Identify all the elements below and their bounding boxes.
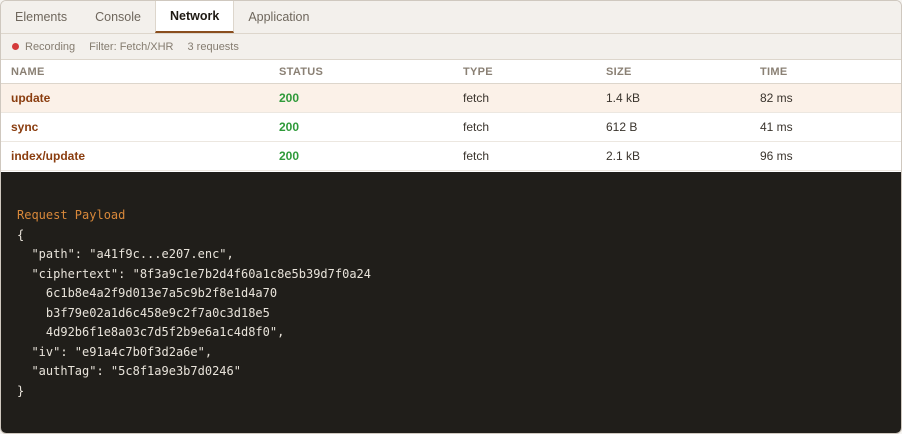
- request-name: index/update: [11, 149, 86, 163]
- tab-console[interactable]: Console: [81, 1, 155, 33]
- request-time: 96 ms: [760, 149, 793, 163]
- requests-table: NAME STATUS TYPE SIZE TIME update 200 fe…: [1, 60, 901, 171]
- recording-dot-icon[interactable]: [12, 43, 19, 50]
- payload-line: "iv": "e91a4c7b0f3d2a6e",: [17, 344, 213, 359]
- request-name: update: [11, 91, 51, 105]
- tab-network[interactable]: Network: [154, 1, 235, 33]
- tab-elements[interactable]: Elements: [1, 1, 81, 33]
- column-header-status[interactable]: STATUS: [269, 66, 453, 78]
- request-name: sync: [11, 120, 39, 134]
- payload-line: 6c1b8e4a2f9d013e7a5c9b2f8e1d4a70: [17, 286, 278, 300]
- column-header-type[interactable]: TYPE: [453, 66, 596, 78]
- request-size: 2.1 kB: [606, 149, 641, 163]
- request-time: 82 ms: [760, 91, 793, 105]
- table-header: NAME STATUS TYPE SIZE TIME: [1, 60, 901, 84]
- devtools-tab-bar: Elements Console Network Application: [1, 1, 901, 34]
- payload-line: {: [17, 227, 25, 242]
- request-size: 612 B: [606, 120, 638, 134]
- table-row[interactable]: sync 200 fetch 612 B 41 ms: [1, 113, 901, 142]
- request-count: 3 requests: [187, 40, 239, 53]
- request-status: 200: [279, 120, 300, 134]
- column-header-time[interactable]: TIME: [750, 66, 901, 78]
- request-time: 41 ms: [760, 120, 793, 134]
- column-header-name[interactable]: NAME: [1, 66, 269, 78]
- filter-label[interactable]: Filter: Fetch/XHR: [89, 41, 173, 53]
- request-type: fetch: [463, 149, 490, 163]
- request-type: fetch: [463, 91, 490, 105]
- payload-line: "authTag": "5c8f1a9e3b7d0246": [17, 364, 241, 378]
- tab-application[interactable]: Application: [234, 1, 323, 33]
- request-status: 200: [279, 91, 300, 105]
- recording-label[interactable]: Recording: [25, 41, 75, 53]
- payload-line: "ciphertext": "8f3a9c1e7b2d4f60a1c8e5b39…: [17, 266, 372, 281]
- request-size: 1.4 kB: [606, 91, 641, 105]
- payload-line: }: [17, 383, 25, 398]
- devtools-window: Elements Console Network Application Rec…: [0, 0, 902, 434]
- request-type: fetch: [463, 120, 490, 134]
- payload-heading: Request Payload: [17, 208, 126, 222]
- request-status: 200: [279, 149, 300, 163]
- payload-line: 4d92b6f1e8a03c7d5f2b9e6a1c4d8f0",: [17, 325, 285, 339]
- payload-line: "path": "a41f9c...e207.enc",: [17, 247, 234, 261]
- table-row[interactable]: update 200 fetch 1.4 kB 82 ms: [1, 84, 901, 113]
- payload-line: b3f79e02a1d6c458e9c2f7a0c3d18e5: [17, 305, 270, 320]
- table-row[interactable]: index/update 200 fetch 2.1 kB 96 ms: [1, 142, 901, 171]
- request-payload-panel[interactable]: Request Payload { "path": "a41f9c...e207.…: [1, 172, 901, 433]
- column-header-size[interactable]: SIZE: [596, 66, 750, 78]
- network-toolbar: Recording Filter: Fetch/XHR 3 requests: [1, 34, 901, 60]
